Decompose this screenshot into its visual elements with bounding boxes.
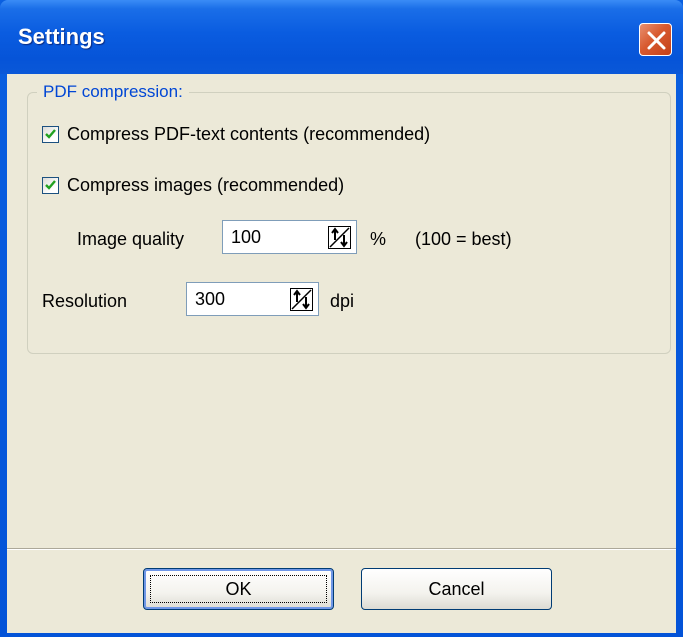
checkmark-icon — [45, 129, 56, 139]
image-quality-input[interactable] — [223, 221, 323, 253]
image-quality-hint: (100 = best) — [415, 229, 512, 249]
resolution-unit: dpi — [330, 291, 355, 311]
spin-arrows-icon — [291, 289, 312, 310]
dialog-body: PDF compression: Compress PDF-text conte… — [7, 74, 676, 633]
spin-arrows-icon — [329, 227, 350, 248]
cancel-button[interactable]: Cancel — [361, 568, 552, 610]
close-icon — [647, 31, 666, 50]
settings-dialog: Settings PDF compression: Compress PDF-t… — [0, 0, 683, 637]
cancel-button-label: Cancel — [428, 578, 485, 599]
compress-text-checkbox[interactable] — [42, 126, 59, 143]
resolution-label: Resolution — [42, 291, 128, 311]
compress-images-label: Compress images (recommended) — [67, 175, 345, 195]
button-separator — [7, 548, 676, 550]
image-quality-unit: % — [370, 229, 387, 249]
resolution-spin-button[interactable] — [290, 288, 313, 311]
group-legend: PDF compression: — [37, 82, 189, 102]
image-quality-label: Image quality — [77, 229, 185, 249]
compress-images-checkbox-row[interactable]: Compress images (recommended) — [42, 175, 344, 196]
compress-text-label: Compress PDF-text contents (recommended) — [67, 124, 431, 144]
ok-button[interactable]: OK — [143, 568, 334, 610]
image-quality-spin-button[interactable] — [328, 226, 351, 249]
ok-button-label: OK — [225, 578, 252, 599]
window-title: Settings — [18, 24, 105, 49]
compress-text-checkbox-row[interactable]: Compress PDF-text contents (recommended) — [42, 124, 430, 145]
close-button[interactable] — [639, 23, 672, 56]
title-bar[interactable]: Settings — [0, 0, 683, 74]
resolution-input[interactable] — [187, 283, 287, 315]
checkmark-icon — [45, 180, 56, 190]
resolution-spinner — [186, 282, 319, 316]
compress-images-checkbox[interactable] — [42, 177, 59, 194]
image-quality-spinner — [222, 220, 357, 254]
